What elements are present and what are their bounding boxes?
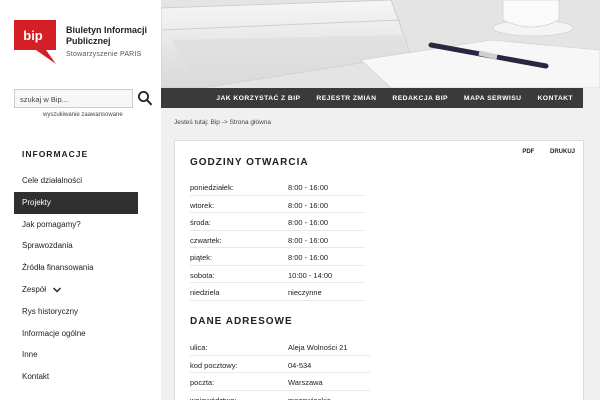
print-button[interactable]: DRUKUJ — [550, 149, 575, 155]
hours-time: 8:00 - 16:00 — [288, 218, 329, 227]
hours-day: środa: — [190, 218, 211, 227]
header-photo-image — [161, 0, 600, 88]
top-nav: JAK KORZYSTAĆ Z BIP REJESTR ZMIAN REDAKC… — [161, 88, 583, 108]
hours-time: 8:00 - 16:00 — [288, 235, 329, 245]
address-value: Warszawa — [288, 378, 323, 387]
header-photo — [161, 0, 600, 88]
search-input[interactable]: szukaj w Bip... — [14, 89, 133, 108]
table-row: poniedziałek: 8:00 - 16:00 — [190, 178, 365, 196]
sidebar-item-cele[interactable]: Cele działalności — [14, 170, 161, 192]
hours-day: poniedziałek: — [190, 183, 234, 192]
hours-time: 8:00 - 16:00 — [288, 200, 329, 210]
address-title: DANE ADRESOWE — [190, 316, 293, 327]
address-key: województwo: — [190, 395, 237, 400]
address-value: Aleja Wolności 21 — [288, 343, 348, 352]
table-row: poczta: Warszawa — [190, 373, 370, 391]
address-key: kod pocztowy: — [190, 360, 238, 370]
table-row: sobota: 10:00 - 14:00 — [190, 266, 365, 283]
table-row: kod pocztowy: 04-534 — [190, 356, 370, 373]
hours-time: 8:00 - 16:00 — [288, 183, 329, 192]
sidebar-item-inne[interactable]: Inne — [14, 344, 161, 366]
hours-day: czwartek: — [190, 235, 222, 245]
content-card: PDF DRUKUJ GODZINY OTWARCIA poniedziałek… — [174, 140, 584, 400]
hours-day: wtorek: — [190, 200, 215, 210]
table-row: wtorek: 8:00 - 16:00 — [190, 196, 365, 213]
sidebar-item-jak-pomagamy[interactable]: Jak pomagamy? — [14, 214, 161, 236]
sidebar-item-zrodla-finansowania[interactable]: Źródła finansowania — [14, 257, 161, 279]
topnav-kontakt[interactable]: KONTAKT — [537, 95, 573, 102]
hours-time: 10:00 - 14:00 — [288, 270, 333, 280]
address-key: ulica: — [190, 343, 208, 352]
pdf-button[interactable]: PDF — [522, 149, 534, 155]
advanced-search-link[interactable]: wyszukiwanie zaawansowane — [43, 112, 123, 118]
chevron-down-icon[interactable] — [52, 285, 62, 295]
hours-time: 8:00 - 16:00 — [288, 253, 329, 262]
table-row: piątek: 8:00 - 16:00 — [190, 248, 365, 266]
table-row: środa: 8:00 - 16:00 — [190, 213, 365, 231]
sidebar-header: INFORMACJE — [22, 149, 89, 159]
breadcrumb: Jesteś tutaj: Bip -> Strona główna — [174, 119, 272, 126]
hours-day: niedziela — [190, 288, 220, 297]
table-row: czwartek: 8:00 - 16:00 — [190, 231, 365, 248]
hours-time: nieczynne — [288, 288, 322, 297]
sidebar-item-zespol[interactable]: Zespół — [14, 279, 161, 301]
sidebar-item-sprawozdania[interactable]: Sprawozdania — [14, 235, 161, 257]
address-value: 04-534 — [288, 360, 312, 370]
page-tools: PDF DRUKUJ — [508, 149, 575, 155]
search-icon[interactable] — [137, 90, 153, 107]
sidebar: bip Biuletyn Informacji Publicznej Stowa… — [0, 0, 161, 400]
brand-logo-link[interactable]: bip Biuletyn Informacji Publicznej Stowa… — [14, 20, 159, 70]
hours-title: GODZINY OTWARCIA — [190, 157, 309, 168]
nav-right-spacer — [583, 88, 600, 108]
topnav-rejestr-zmian[interactable]: REJESTR ZMIAN — [316, 95, 376, 102]
address-key: poczta: — [190, 378, 215, 387]
topnav-redakcja-bip[interactable]: REDAKCJA BIP — [392, 95, 448, 102]
sidebar-item-rys-historyczny[interactable]: Rys historyczny — [14, 301, 161, 323]
address-table: ulica: Aleja Wolności 21 kod pocztowy: 04-… — [190, 338, 370, 400]
topnav-mapa-serwisu[interactable]: MAPA SERWISU — [464, 95, 522, 102]
sidebar-item-kontakt[interactable]: Kontakt — [14, 366, 161, 388]
bip-logo-text: bip — [23, 28, 43, 43]
table-row: województwo: mazowieckie — [190, 391, 370, 400]
sidebar-item-zespol-label: Zespół — [22, 284, 47, 294]
address-value: mazowieckie — [288, 395, 331, 400]
hours-day: piątek: — [190, 253, 213, 262]
hours-table: poniedziałek: 8:00 - 16:00 wtorek: 8:00 - … — [190, 178, 365, 301]
bip-logo-icon: bip — [14, 20, 56, 64]
hours-day: sobota: — [190, 270, 215, 280]
table-row: niedziela nieczynne — [190, 283, 365, 301]
brand-title: Biuletyn Informacji Publicznej — [66, 25, 148, 46]
sidebar-nav: Cele działalności Projekty Jak pomagamy?… — [14, 170, 161, 388]
brand-subtitle: Stowarzyszenie PARIS — [66, 51, 142, 58]
sidebar-item-informacje-ogolne[interactable]: Informacje ogólne — [14, 323, 161, 345]
table-row: ulica: Aleja Wolności 21 — [190, 338, 370, 356]
topnav-jak-korzystac[interactable]: JAK KORZYSTAĆ Z BIP — [216, 95, 300, 102]
sidebar-item-projekty[interactable]: Projekty — [14, 191, 138, 214]
